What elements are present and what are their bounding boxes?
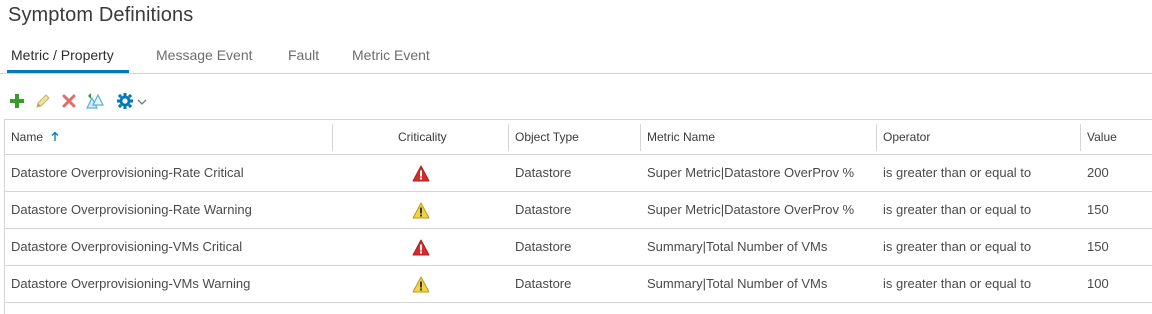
column-header-object-type[interactable]: Object Type	[515, 120, 579, 155]
row-value: 150	[1087, 202, 1109, 217]
table-row[interactable]: Datastore Overprovisioning-Rate Critical…	[5, 155, 1152, 192]
row-metric-name: Super Metric|Datastore OverProv %	[647, 202, 855, 217]
plus-icon	[10, 94, 24, 108]
row-object-type: Datastore	[515, 276, 572, 291]
table-row[interactable]: Datastore Overprovisioning-VMs Warning D…	[5, 266, 1152, 303]
x-icon	[62, 94, 76, 108]
row-operator: is greater than or equal to	[883, 165, 1032, 180]
chevron-down-icon	[137, 99, 147, 105]
toolbar	[0, 88, 300, 114]
row-metric-name: Summary|Total Number of VMs	[647, 276, 828, 291]
column-header-label: Name	[11, 130, 44, 144]
edit-button[interactable]	[34, 92, 52, 110]
row-value: 150	[1087, 239, 1109, 254]
table-row[interactable]: Datastore Overprovisioning-Rate Warning …	[5, 192, 1152, 229]
row-object-type: Datastore	[515, 202, 572, 217]
clone-button[interactable]	[85, 92, 104, 110]
row-operator: is greater than or equal to	[883, 202, 1032, 217]
row-object-type: Datastore	[515, 165, 572, 180]
gear-icon	[117, 93, 133, 109]
column-separator[interactable]	[332, 124, 333, 151]
row-name: Datastore Overprovisioning-Rate Warning	[11, 202, 252, 217]
column-header-name[interactable]: Name	[11, 120, 59, 155]
add-button[interactable]	[8, 92, 26, 110]
symptom-grid: Name Criticality Object Type Metric Name…	[4, 119, 1152, 314]
column-header-value[interactable]: Value	[1087, 120, 1117, 155]
row-value: 100	[1087, 276, 1109, 291]
critical-icon	[412, 239, 430, 256]
page-title: Symptom Definitions	[8, 4, 194, 26]
column-header-criticality[interactable]: Criticality	[398, 120, 447, 155]
row-metric-name: Summary|Total Number of VMs	[647, 239, 828, 254]
column-separator[interactable]	[1080, 124, 1081, 151]
row-operator: is greater than or equal to	[883, 239, 1032, 254]
row-object-type: Datastore	[515, 239, 572, 254]
row-name: Datastore Overprovisioning-VMs Critical	[11, 239, 243, 254]
delete-button[interactable]	[60, 92, 78, 110]
grid-header: Name Criticality Object Type Metric Name…	[5, 120, 1152, 155]
pencil-icon	[36, 94, 50, 108]
tab-bar: Metric / Property Message Event Fault Me…	[0, 40, 1152, 74]
tab-message-event[interactable]: Message Event	[156, 47, 253, 63]
row-metric-name: Super Metric|Datastore OverProv %	[647, 165, 855, 180]
row-operator: is greater than or equal to	[883, 276, 1032, 291]
settings-button[interactable]	[116, 92, 148, 110]
sort-ascending-icon	[51, 131, 59, 142]
critical-icon	[412, 165, 430, 182]
column-separator[interactable]	[640, 124, 641, 151]
active-tab-underline	[7, 70, 129, 73]
column-header-metric-name[interactable]: Metric Name	[647, 120, 715, 155]
column-separator[interactable]	[508, 124, 509, 151]
tab-metric-property[interactable]: Metric / Property	[11, 47, 114, 63]
row-value: 200	[1087, 165, 1109, 180]
row-name: Datastore Overprovisioning-VMs Warning	[11, 276, 251, 291]
table-row[interactable]: Datastore Overprovisioning-VMs Critical …	[5, 229, 1152, 266]
tab-fault[interactable]: Fault	[288, 47, 319, 63]
row-name: Datastore Overprovisioning-Rate Critical	[11, 165, 244, 180]
column-header-operator[interactable]: Operator	[883, 120, 930, 155]
tab-metric-event[interactable]: Metric Event	[352, 47, 430, 63]
warning-icon	[412, 202, 430, 219]
warning-icon	[412, 276, 430, 293]
clone-icon	[86, 93, 104, 109]
column-separator[interactable]	[876, 124, 877, 151]
